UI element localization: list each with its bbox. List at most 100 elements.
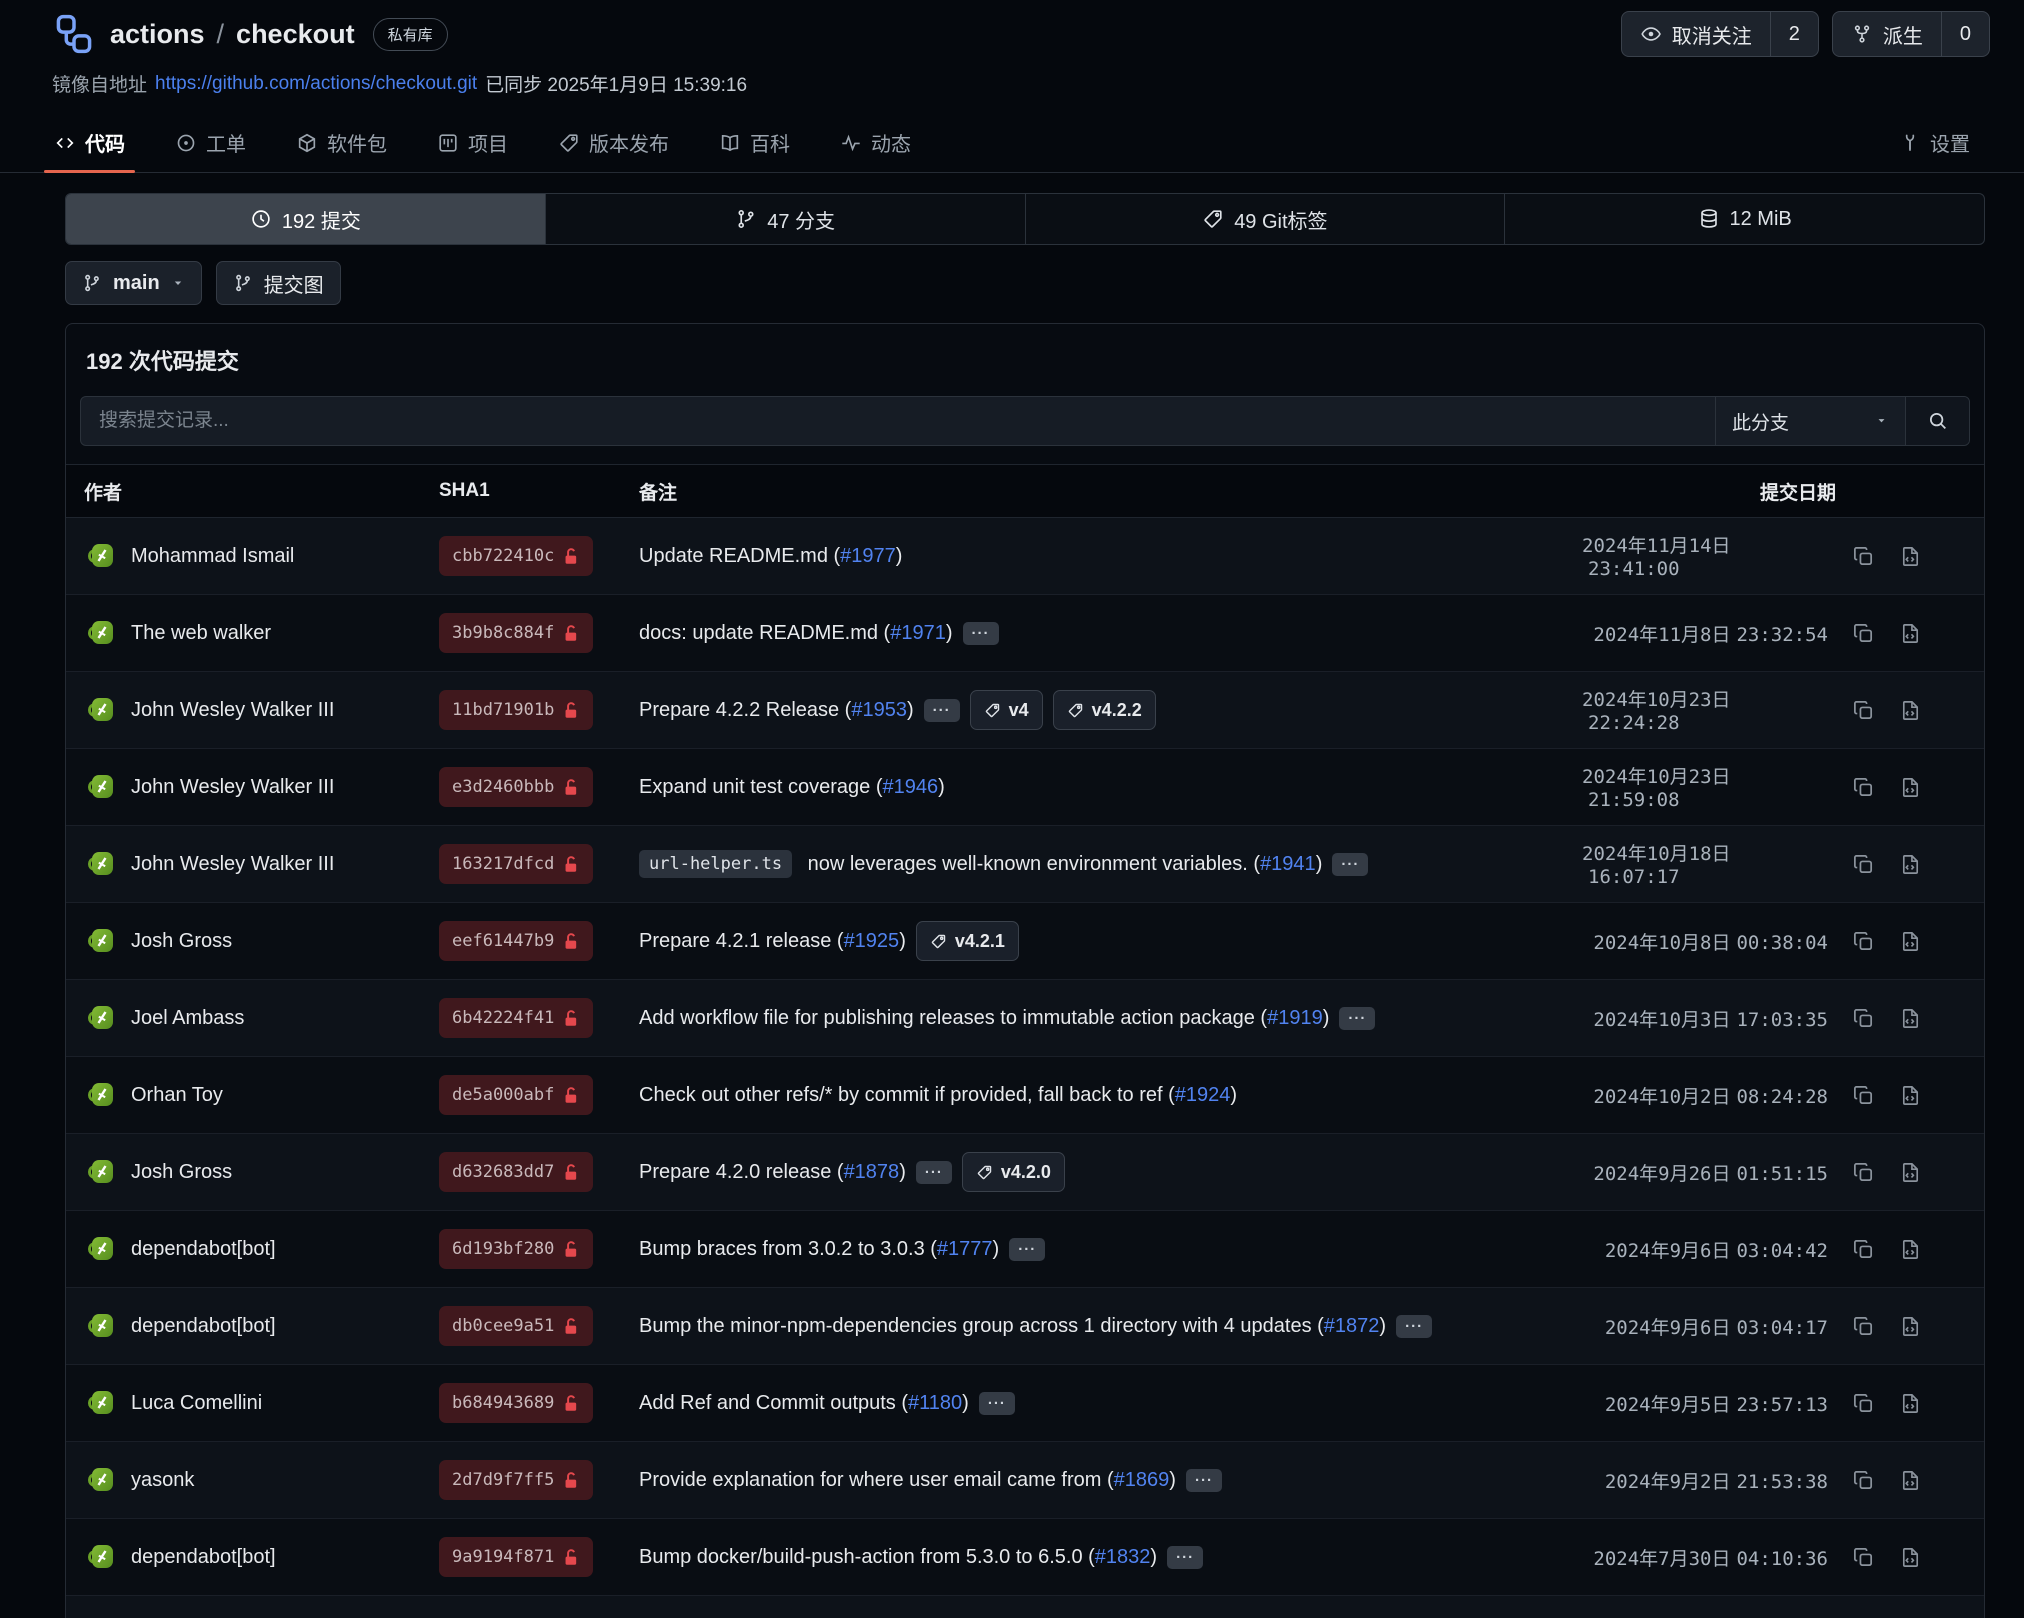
- commit-author-name[interactable]: Joel Ambass: [131, 1007, 244, 1030]
- copy-sha-icon[interactable]: [1852, 699, 1875, 722]
- search-commits-input[interactable]: [81, 397, 1715, 445]
- browse-source-icon[interactable]: [1899, 1546, 1922, 1569]
- unwatch-button[interactable]: 取消关注 2: [1621, 11, 1819, 57]
- commit-sha-pill[interactable]: d632683dd7: [439, 1152, 593, 1192]
- gitea-teacup-avatar[interactable]: [84, 1540, 118, 1574]
- branch-selector[interactable]: main: [65, 261, 202, 305]
- commit-sha-pill[interactable]: 6d193bf280: [439, 1229, 593, 1269]
- commit-sha-pill[interactable]: 6b42224f41: [439, 998, 593, 1038]
- browse-source-icon[interactable]: [1899, 930, 1922, 953]
- gitea-teacup-avatar[interactable]: [84, 1001, 118, 1035]
- gitea-teacup-avatar[interactable]: [84, 1232, 118, 1266]
- tab-releases[interactable]: 版本发布: [556, 113, 671, 172]
- mirror-url-link[interactable]: https://github.com/actions/checkout.git: [155, 73, 477, 95]
- commit-author-name[interactable]: John Wesley Walker III: [131, 853, 334, 876]
- gitea-teacup-avatar[interactable]: [84, 847, 118, 881]
- copy-sha-icon[interactable]: [1852, 1392, 1875, 1415]
- expand-commit-button[interactable]: ···: [1186, 1469, 1222, 1492]
- copy-sha-icon[interactable]: [1852, 1315, 1875, 1338]
- issue-link[interactable]: #1777: [937, 1238, 993, 1260]
- copy-sha-icon[interactable]: [1852, 622, 1875, 645]
- browse-source-icon[interactable]: [1899, 1007, 1922, 1030]
- copy-sha-icon[interactable]: [1852, 1238, 1875, 1261]
- commit-author-name[interactable]: Josh Gross: [131, 930, 232, 953]
- copy-sha-icon[interactable]: [1852, 1546, 1875, 1569]
- commit-author-name[interactable]: The web walker: [131, 622, 271, 645]
- browse-source-icon[interactable]: [1899, 1315, 1922, 1338]
- browse-source-icon[interactable]: [1899, 1469, 1922, 1492]
- commit-sha-pill[interactable]: 3b9b8c884f: [439, 613, 593, 653]
- commit-sha-pill[interactable]: db0cee9a51: [439, 1306, 593, 1346]
- browse-source-icon[interactable]: [1899, 853, 1922, 876]
- commit-sha-pill[interactable]: de5a000abf: [439, 1075, 593, 1115]
- expand-commit-button[interactable]: ···: [1396, 1315, 1432, 1338]
- issue-link[interactable]: #1971: [890, 622, 946, 644]
- commit-author-name[interactable]: dependabot[bot]: [131, 1238, 276, 1261]
- commit-sha-pill[interactable]: b684943689: [439, 1383, 593, 1423]
- browse-source-icon[interactable]: [1899, 1084, 1922, 1107]
- commit-sha-pill[interactable]: e3d2460bbb: [439, 767, 593, 807]
- commit-sha-pill[interactable]: cbb722410c: [439, 536, 593, 576]
- gitea-teacup-avatar[interactable]: [84, 1155, 118, 1189]
- expand-commit-button[interactable]: ···: [1332, 853, 1368, 876]
- copy-sha-icon[interactable]: [1852, 1084, 1875, 1107]
- summary-branches[interactable]: 47 分支: [545, 194, 1025, 244]
- search-scope-select[interactable]: 此分支: [1715, 397, 1905, 445]
- repo-name-link[interactable]: checkout: [236, 19, 355, 50]
- tag-badge[interactable]: v4.2.2: [1053, 690, 1156, 730]
- commit-sha-pill[interactable]: 9a9194f871: [439, 1537, 593, 1577]
- browse-source-icon[interactable]: [1899, 545, 1922, 568]
- issue-link[interactable]: #1941: [1260, 853, 1316, 875]
- expand-commit-button[interactable]: ···: [1167, 1546, 1203, 1569]
- gitea-teacup-avatar[interactable]: [84, 770, 118, 804]
- browse-source-icon[interactable]: [1899, 1238, 1922, 1261]
- commit-author-name[interactable]: dependabot[bot]: [131, 1315, 276, 1338]
- tab-activity[interactable]: 动态: [838, 113, 913, 172]
- expand-commit-button[interactable]: ···: [1009, 1238, 1045, 1261]
- commit-author-name[interactable]: John Wesley Walker III: [131, 699, 334, 722]
- commit-sha-pill[interactable]: eef61447b9: [439, 921, 593, 961]
- expand-commit-button[interactable]: ···: [979, 1392, 1015, 1415]
- gitea-teacup-avatar[interactable]: [84, 693, 118, 727]
- issue-link[interactable]: #1869: [1114, 1469, 1170, 1491]
- issue-link[interactable]: #1953: [851, 699, 907, 721]
- copy-sha-icon[interactable]: [1852, 776, 1875, 799]
- commit-author-name[interactable]: yasonk: [131, 1469, 194, 1492]
- summary-tags[interactable]: 49 Git标签: [1025, 194, 1505, 244]
- fork-button[interactable]: 派生 0: [1832, 11, 1990, 57]
- summary-size[interactable]: 12 MiB: [1504, 194, 1984, 244]
- copy-sha-icon[interactable]: [1852, 930, 1875, 953]
- gitea-teacup-avatar[interactable]: [84, 539, 118, 573]
- browse-source-icon[interactable]: [1899, 699, 1922, 722]
- copy-sha-icon[interactable]: [1852, 545, 1875, 568]
- browse-source-icon[interactable]: [1899, 1392, 1922, 1415]
- gitea-teacup-avatar[interactable]: [84, 924, 118, 958]
- copy-sha-icon[interactable]: [1852, 853, 1875, 876]
- browse-source-icon[interactable]: [1899, 622, 1922, 645]
- commit-author-name[interactable]: Luca Comellini: [131, 1392, 262, 1415]
- tab-settings[interactable]: 设置: [1897, 113, 1972, 172]
- issue-link[interactable]: #1878: [844, 1161, 900, 1183]
- tag-badge[interactable]: v4.2.1: [916, 921, 1019, 961]
- tag-badge[interactable]: v4: [970, 690, 1043, 730]
- issue-link[interactable]: #1925: [844, 930, 900, 952]
- issue-link[interactable]: #1977: [840, 545, 896, 567]
- forks-count[interactable]: 0: [1941, 12, 1989, 56]
- issue-link[interactable]: #1924: [1175, 1084, 1231, 1106]
- repo-owner-link[interactable]: actions: [110, 19, 205, 50]
- commit-sha-pill[interactable]: 2d7d9f7ff5: [439, 1460, 593, 1500]
- tag-badge[interactable]: v4.2.0: [962, 1152, 1065, 1192]
- copy-sha-icon[interactable]: [1852, 1007, 1875, 1030]
- watchers-count[interactable]: 2: [1770, 12, 1818, 56]
- gitea-teacup-avatar[interactable]: [84, 1309, 118, 1343]
- issue-link[interactable]: #1919: [1267, 1007, 1323, 1029]
- tab-code[interactable]: 代码: [52, 113, 127, 172]
- copy-sha-icon[interactable]: [1852, 1469, 1875, 1492]
- expand-commit-button[interactable]: ···: [924, 699, 960, 722]
- commit-sha-pill[interactable]: 163217dfcd: [439, 844, 593, 884]
- issue-link[interactable]: #1180: [908, 1392, 962, 1414]
- search-submit-button[interactable]: [1905, 397, 1969, 445]
- commit-author-name[interactable]: dependabot[bot]: [131, 1546, 276, 1569]
- gitea-teacup-avatar[interactable]: [84, 1463, 118, 1497]
- commit-graph-button[interactable]: 提交图: [216, 261, 341, 305]
